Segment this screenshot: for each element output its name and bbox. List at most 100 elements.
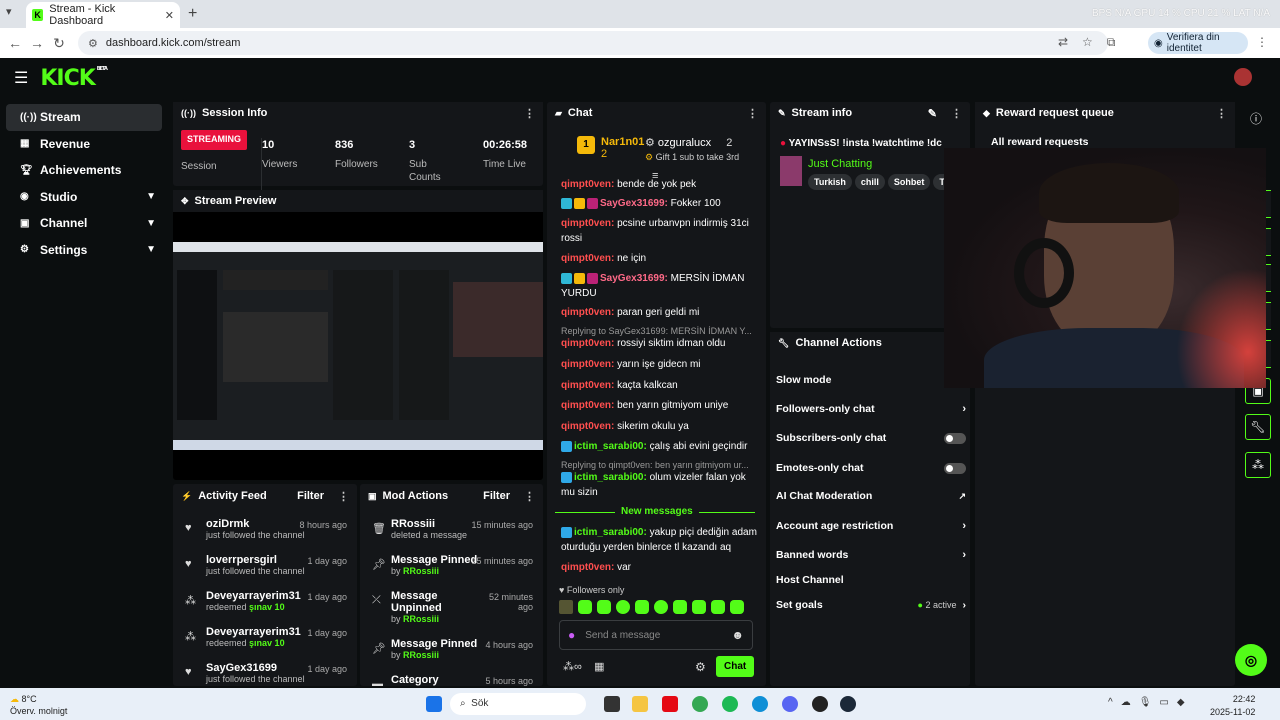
profile-button[interactable]: ◉ Verifiera din identitet	[1148, 32, 1248, 54]
heart-icon: ♥	[185, 666, 192, 678]
top-gifter-1[interactable]: Nar1n01 2	[601, 136, 644, 160]
info-icon[interactable]: ⓘ	[1250, 110, 1262, 127]
session-label: Session	[181, 160, 217, 172]
avatar[interactable]	[1234, 68, 1252, 86]
url-field[interactable]: ⚙ dashboard.kick.com/stream	[78, 31, 1108, 55]
action-ai-moderation[interactable]: AI Chat Moderation ↗	[776, 490, 966, 502]
category-name[interactable]: Just Chatting	[808, 158, 872, 170]
new-messages-label[interactable]: New messages	[615, 506, 699, 517]
action-host-channel[interactable]: Host Channel	[776, 574, 966, 586]
site-info-icon[interactable]: ⚙	[88, 37, 98, 50]
action-followers-only[interactable]: Followers-only chat ›	[776, 403, 966, 415]
taskbar-clock[interactable]: 22:42 2025-11-02	[1210, 693, 1255, 718]
chrome-icon[interactable]	[692, 696, 708, 712]
sidebar-item-stream[interactable]: ((·)) Stream	[6, 104, 162, 131]
sidebar-item-settings[interactable]: ⚙ Settings ▼	[6, 237, 162, 264]
sidebar-item-studio[interactable]: ◉ Studio ▼	[6, 184, 162, 211]
activity-item: ♥ oziDrmk just followed the channel 8 hours…	[185, 518, 347, 540]
activity-item: ♥ loverrpersgirl just followed the channel…	[185, 554, 347, 576]
sidebar-item-revenue[interactable]: ▦ Revenue	[6, 131, 162, 158]
subs-stat: 3 Sub Counts	[409, 139, 441, 184]
studio-icon: ◉	[20, 191, 29, 203]
action-set-goals[interactable]: Set goals ● 2 active ›	[776, 599, 966, 611]
pencil-icon: ✎	[778, 107, 786, 118]
panel-title: Session Info	[202, 107, 268, 119]
activity-filter-button[interactable]: Filter	[297, 490, 324, 502]
chat-settings-icon[interactable]: ⚙	[695, 660, 706, 674]
task-view-icon[interactable]	[604, 696, 620, 712]
reload-icon[interactable]: ↻	[48, 35, 70, 52]
sidebar-item-achievements[interactable]: 🏆︎ Achievements	[6, 157, 162, 184]
sidebar-item-label: Stream	[40, 110, 81, 125]
sidebar-item-channel[interactable]: ▣ Channel ▼	[6, 210, 162, 237]
mic-icon[interactable]: ●	[568, 628, 575, 642]
netflix-icon[interactable]	[662, 696, 678, 712]
emote-bar[interactable]	[559, 600, 744, 614]
stream-preview-video[interactable]	[173, 242, 543, 450]
discord-icon[interactable]	[782, 696, 798, 712]
windows-start-icon[interactable]	[426, 696, 442, 712]
activity-item: ♥ SayGex31699 just followed the channel 1 d…	[185, 662, 347, 684]
edit-icon[interactable]: ✎	[928, 107, 937, 120]
sidebar-item-label: Channel	[40, 216, 88, 231]
reward-icon: ◆	[983, 107, 990, 118]
back-icon[interactable]: ←	[4, 35, 26, 51]
mod-item: ⤫ Message Unpinned by RRossiii 52 minutes a…	[372, 590, 533, 624]
action-emotes-only[interactable]: Emotes-only chat	[776, 462, 966, 474]
new-tab-button[interactable]: +	[188, 5, 197, 23]
chevron-down-icon: ▼	[146, 244, 156, 256]
action-subscribers-only[interactable]: Subscribers-only chat	[776, 432, 966, 444]
sidebar-item-label: Settings	[40, 242, 88, 257]
category-thumbnail[interactable]	[780, 156, 802, 186]
file-explorer-icon[interactable]	[632, 696, 648, 712]
action-account-age[interactable]: Account age restriction ›	[776, 520, 966, 532]
mod-filter-button[interactable]: Filter	[483, 490, 510, 502]
gift-prompt[interactable]: ⚙ Gift 1 sub to take 3rd	[645, 152, 739, 163]
more-icon[interactable]: ⋮	[524, 107, 535, 120]
wrench-icon[interactable]: 🔧︎	[1245, 414, 1271, 440]
taskbar-search[interactable]: ⌕ Sök	[450, 693, 586, 715]
channel-actions-header: 🔧︎ Channel Actions	[770, 332, 970, 354]
forward-icon[interactable]: →	[26, 35, 48, 51]
more-icon[interactable]: ⋮	[524, 490, 535, 503]
action-banned-words[interactable]: Banned words ›	[776, 549, 966, 561]
address-actions[interactable]: ⇄☆⧉	[1058, 35, 1129, 50]
more-icon[interactable]: ⋮	[747, 107, 758, 120]
kick-logo[interactable]: KICK BETA	[40, 66, 108, 91]
chat-message: qimpt0ven: ne için	[561, 253, 647, 264]
system-stats: BPS N/A GPU 14 % CPU 21 % LAT N/A	[1091, 8, 1270, 19]
more-icon[interactable]: ⋮	[1216, 107, 1227, 120]
action-slow-mode[interactable]: Slow mode	[776, 374, 966, 386]
more-icon[interactable]: ⋮	[338, 490, 349, 503]
stream-tags: TurkishchillSohbetTür	[808, 174, 963, 190]
send-chat-button[interactable]: Chat	[716, 656, 755, 677]
more-icon[interactable]: ⋮	[951, 107, 962, 120]
spotify-icon[interactable]	[722, 696, 738, 712]
steam-icon[interactable]	[840, 696, 856, 712]
stream-info-header: ✎ Stream info ✎ ⋮	[770, 102, 970, 124]
obs-icon[interactable]	[812, 696, 828, 712]
browser-tab[interactable]: K Stream - Kick Dashboard ✕	[26, 2, 180, 28]
weather-widget[interactable]: ☁ 8°C Överv. molnigt	[10, 694, 67, 717]
hamburger-icon[interactable]: ☰	[14, 68, 28, 88]
browser-menu-icon[interactable]: ⋮	[1256, 35, 1268, 49]
viewers-stat: 10 Viewers	[261, 138, 297, 194]
top-gifter-2[interactable]: ⚙ ozguraluсx 2	[645, 136, 732, 149]
subscribers-only-toggle[interactable]	[944, 432, 966, 444]
edge-icon[interactable]	[752, 696, 768, 712]
tab-search-icon[interactable]: ▾	[6, 5, 12, 18]
chevron-right-icon: ›	[962, 520, 966, 532]
system-tray-icons[interactable]: ^☁🎙︎▭◆	[1108, 697, 1193, 708]
url-text: dashboard.kick.com/stream	[105, 37, 241, 49]
chat-input[interactable]: ● Send a message ☻	[559, 620, 753, 650]
chat-tools-icons[interactable]: ⁂∞ ▦	[563, 660, 604, 673]
session-info-panel: ((·)) Session Info ⋮ STREAMING Session 10 Vi…	[173, 102, 543, 194]
all-reward-requests[interactable]: All reward requests	[991, 136, 1088, 148]
emotes-only-toggle[interactable]	[944, 462, 966, 474]
followers-stat: 836 Followers	[335, 139, 378, 171]
help-chat-button[interactable]: ◎	[1235, 644, 1267, 676]
close-tab-icon[interactable]: ✕	[165, 9, 174, 22]
emoji-icon[interactable]: ☻	[731, 628, 744, 642]
reward-queue-header: ◆ Reward request queue ⋮	[975, 102, 1235, 124]
share-icon[interactable]: ⁂	[1245, 452, 1271, 478]
